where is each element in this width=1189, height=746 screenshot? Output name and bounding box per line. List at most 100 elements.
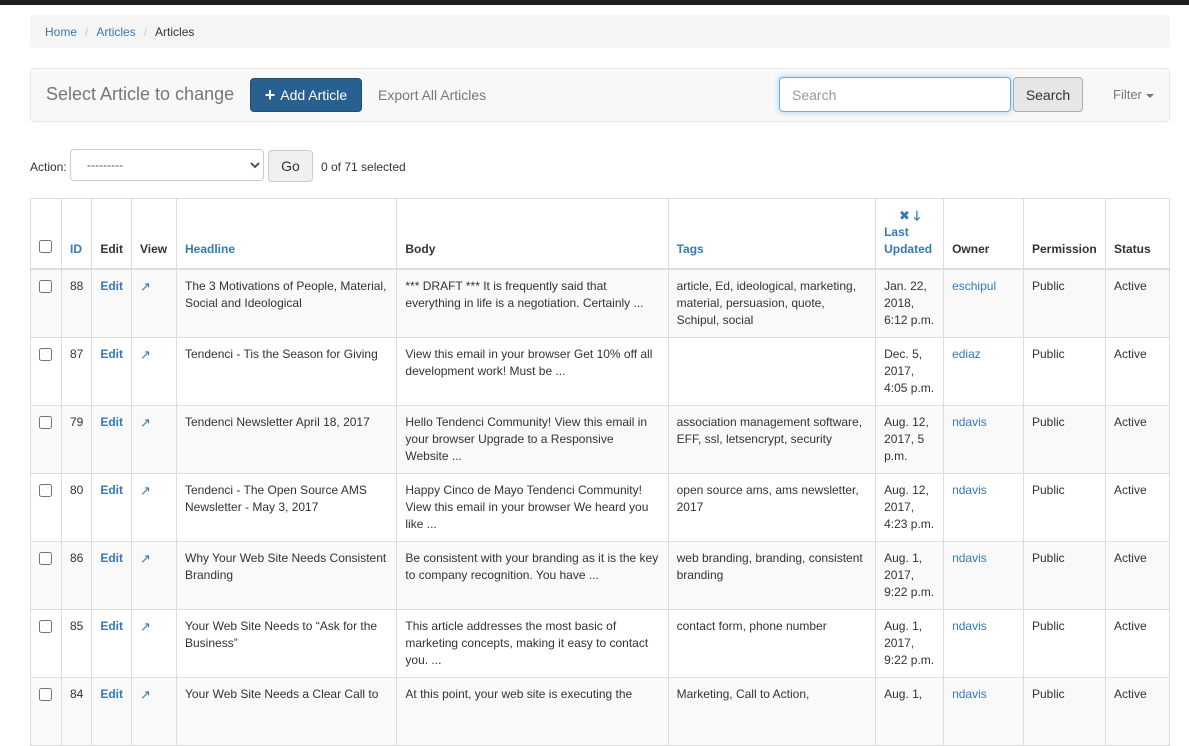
external-link-icon[interactable]: ↗︎ [140,279,151,294]
cell-headline: Tendenci - The Open Source AMS Newslette… [175,473,398,542]
column-header-last-updated-label: Last Updated [884,225,933,256]
search-button[interactable]: Search [1013,77,1083,112]
breadcrumb-home[interactable]: Home [45,25,77,39]
cell-id: 84 [60,677,93,746]
cell-last-updated: Dec. 5, 2017, 4:05 p.m. [875,337,945,406]
edit-link[interactable]: Edit [100,619,123,633]
external-link-icon[interactable]: ↗︎ [140,347,151,362]
plus-icon: + [264,85,276,105]
cell-headline: Tendenci - Tis the Season for Giving [175,337,398,406]
edit-link[interactable]: Edit [100,347,123,361]
cell-edit: Edit [91,473,133,542]
cell-permission: Public [1022,609,1106,678]
cell-headline: Tendenci Newsletter April 18, 2017 [175,405,398,474]
breadcrumb-articles[interactable]: Articles [96,25,135,39]
cell-body: Hello Tendenci Community! View this emai… [396,405,669,474]
row-checkbox[interactable] [39,280,52,293]
sort-icons[interactable]: ✖ 🡓 [884,207,935,224]
external-link-icon[interactable]: ↗︎ [140,483,151,498]
edit-link[interactable]: Edit [100,415,123,429]
go-button[interactable]: Go [268,150,313,182]
cell-body: View this email in your browser Get 10% … [396,337,669,406]
owner-link[interactable]: ndavis [952,551,987,565]
row-checkbox[interactable] [39,552,52,565]
cell-tags: association management software, EFF, ss… [667,405,877,474]
edit-link[interactable]: Edit [100,551,123,565]
cell-owner: ndavis [943,609,1024,678]
owner-link[interactable]: eschipul [952,279,996,293]
cell-view: ↗︎ [131,609,177,678]
cell-owner: ediaz [943,337,1024,406]
cell-last-updated: Aug. 1, 2017, 9:22 p.m. [875,541,945,610]
cell-edit: Edit [91,541,133,610]
row-checkbox[interactable] [39,620,52,633]
cell-body: Be consistent with your branding as it i… [396,541,669,610]
search-input[interactable] [779,77,1011,112]
caret-down-icon [1145,93,1154,98]
cell-view: ↗︎ [131,268,177,338]
action-bar: Action: --------- Go 0 of 71 selected [30,149,530,182]
external-link-icon[interactable]: ↗︎ [140,551,151,566]
owner-link[interactable]: ndavis [952,483,987,497]
breadcrumb-current: Articles [155,24,195,39]
column-header-last-updated[interactable]: ✖ 🡓 Last Updated [875,198,945,270]
table-header-row: ID Edit View Headline Body Tags ✖ 🡓 Last… [30,198,1171,270]
external-link-icon[interactable]: ↗︎ [140,619,151,634]
table-row: 85 Edit ↗︎ Your Web Site Needs to “Ask for … [30,609,1171,678]
cell-permission: Public [1022,541,1106,610]
column-header-tags[interactable]: Tags [667,198,877,270]
cell-body: This article addresses the most basic of… [396,609,669,678]
cell-id: 79 [60,405,93,474]
select-all-checkbox[interactable] [39,240,52,253]
row-checkbox[interactable] [39,416,52,429]
cell-tags: open source ams, ams newsletter, 2017 [667,473,877,542]
breadcrumb-separator: / [85,24,89,39]
cell-view: ↗︎ [131,405,177,474]
cell-status: Active [1104,473,1171,542]
row-select-cell [30,473,62,542]
cell-body: Happy Cinco de Mayo Tendenci Community! … [396,473,669,542]
edit-link[interactable]: Edit [100,687,123,701]
row-select-cell [30,677,62,746]
owner-link[interactable]: ediaz [952,347,981,361]
row-checkbox[interactable] [39,484,52,497]
owner-link[interactable]: ndavis [952,687,987,701]
external-link-icon[interactable]: ↗︎ [140,687,151,702]
cell-last-updated: Aug. 12, 2017, 5 p.m. [875,405,945,474]
table-row: 86 Edit ↗︎ Why Your Web Site Needs Consiste… [30,541,1171,610]
cell-last-updated: Aug. 1, 2017, 9:22 p.m. [875,609,945,678]
column-header-headline[interactable]: Headline [175,198,398,270]
cell-owner: ndavis [943,473,1024,542]
external-link-icon[interactable]: ↗︎ [140,415,151,430]
cell-edit: Edit [91,677,133,746]
cell-body: *** DRAFT *** It is frequently said that… [396,268,669,338]
cell-id: 85 [60,609,93,678]
table-row: 88 Edit ↗︎ The 3 Motivations of People, Mat… [30,268,1171,338]
select-all-header [30,198,62,270]
cell-id: 88 [60,268,93,338]
add-article-button[interactable]: + Add Article [250,78,362,112]
row-select-cell [30,405,62,474]
table-row: 79 Edit ↗︎ Tendenci Newsletter April 18, 20… [30,405,1171,474]
edit-link[interactable]: Edit [100,483,123,497]
cell-tags: web branding, branding, consistent brand… [667,541,877,610]
changelist-toolbar: Select Article to change + Add Article E… [30,68,1170,122]
column-header-id[interactable]: ID [60,198,93,270]
owner-link[interactable]: ndavis [952,415,987,429]
cell-owner: eschipul [943,268,1024,338]
owner-link[interactable]: ndavis [952,619,987,633]
cell-tags: contact form, phone number [667,609,877,678]
cell-status: Active [1104,541,1171,610]
filter-dropdown[interactable]: Filter [1113,87,1154,102]
export-all-articles-link[interactable]: Export All Articles [378,87,486,103]
cell-headline: Your Web Site Needs to “Ask for the Busi… [175,609,398,678]
table-row: 80 Edit ↗︎ Tendenci - The Open Source AMS N… [30,473,1171,542]
action-select[interactable]: --------- [70,149,264,181]
row-checkbox[interactable] [39,348,52,361]
cell-permission: Public [1022,337,1106,406]
row-checkbox[interactable] [39,688,52,701]
edit-link[interactable]: Edit [100,279,123,293]
action-label: Action: [30,160,67,174]
cell-id: 80 [60,473,93,542]
cell-view: ↗︎ [131,677,177,746]
